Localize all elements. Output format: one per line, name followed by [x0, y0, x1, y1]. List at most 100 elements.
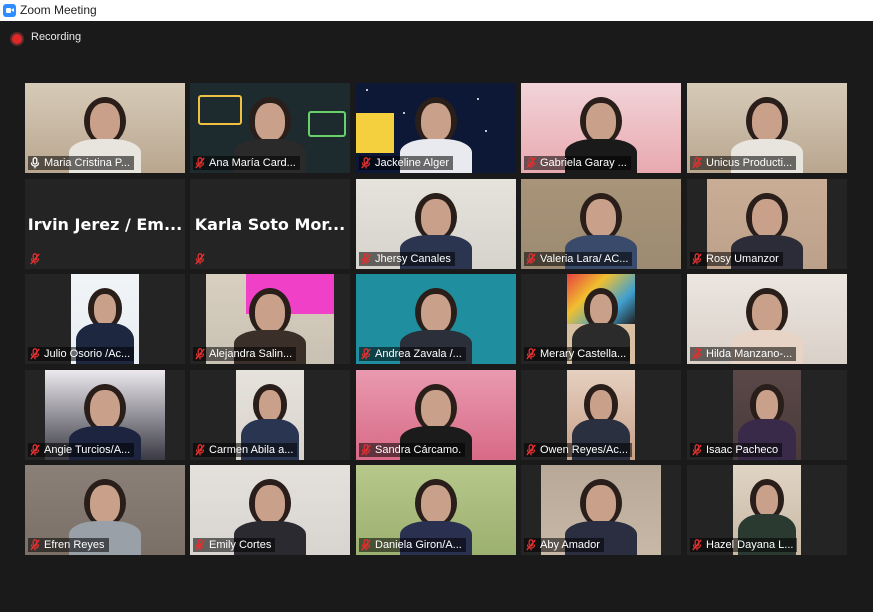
- participant-tile[interactable]: Gabriela Garay ...: [521, 83, 681, 173]
- participant-face: [589, 294, 613, 325]
- recording-dot-icon[interactable]: [12, 34, 22, 44]
- participant-name-label: Hilda Manzano-...: [690, 347, 797, 361]
- participant-tile[interactable]: Alejandra Salin...: [190, 274, 350, 364]
- participant-name-label: Daniela Giron/A...: [359, 538, 466, 552]
- participant-tile[interactable]: Jhersy Canales: [356, 179, 516, 269]
- mic-muted-icon: [361, 444, 375, 456]
- participant-face: [586, 485, 616, 523]
- mic-muted-icon: [30, 348, 44, 360]
- participant-face: [586, 103, 616, 141]
- mic-muted-icon: [692, 539, 706, 551]
- participant-tile[interactable]: Valeria Lara/ AC...: [521, 179, 681, 269]
- participant-tile[interactable]: Unicus Producti...: [687, 83, 847, 173]
- participant-tile[interactable]: Rosy Umanzor: [687, 179, 847, 269]
- participant-face: [755, 390, 779, 421]
- participant-face: [421, 390, 451, 428]
- participant-name-label: [193, 252, 213, 266]
- participant-tile[interactable]: Emily Cortes: [190, 465, 350, 555]
- participant-name-label: Efren Reyes: [28, 538, 109, 552]
- participant-tile[interactable]: Angie Turcios/A...: [25, 370, 185, 460]
- participant-name: Jhersy Canales: [375, 253, 451, 265]
- participant-name: Carmen Abila a...: [209, 444, 294, 456]
- participant-tile[interactable]: Andrea Zavala /...: [356, 274, 516, 364]
- participant-tile[interactable]: Carmen Abila a...: [190, 370, 350, 460]
- participant-tile[interactable]: Isaac Pacheco: [687, 370, 847, 460]
- participant-name: Andrea Zavala /...: [375, 348, 462, 360]
- mic-muted-icon: [526, 348, 540, 360]
- participant-face: [752, 199, 782, 237]
- star-decoration: [366, 89, 368, 91]
- participant-name: Ana María Card...: [209, 157, 296, 169]
- participant-face: [90, 390, 120, 428]
- participant-tile[interactable]: Sandra Cárcamo.: [356, 370, 516, 460]
- participant-name-label: Maria Cristina P...: [28, 156, 134, 170]
- participant-name: Jackeline Alger: [375, 157, 449, 169]
- mic-muted-icon: [361, 157, 375, 169]
- participant-name-label: Merary Castella...: [524, 347, 631, 361]
- participant-name: Emily Cortes: [209, 539, 272, 551]
- participant-name: Angie Turcios/A...: [44, 444, 131, 456]
- participant-name: Sandra Cárcamo.: [375, 444, 462, 456]
- participant-tile[interactable]: Efren Reyes: [25, 465, 185, 555]
- participant-name-label: Sandra Cárcamo.: [359, 443, 466, 457]
- participant-face: [752, 294, 782, 332]
- participant-face: [93, 294, 117, 325]
- star-decoration: [485, 130, 487, 132]
- participant-name-label: Jackeline Alger: [359, 156, 453, 170]
- participant-name-label: Alejandra Salin...: [193, 347, 297, 361]
- participant-face: [255, 103, 285, 141]
- participant-tile[interactable]: Maria Cristina P...: [25, 83, 185, 173]
- participant-name: Owen Reyes/Ac...: [540, 444, 629, 456]
- poster-graphic: [356, 113, 394, 153]
- participant-face: [586, 199, 616, 237]
- participant-name-label: Unicus Producti...: [690, 156, 797, 170]
- mic-muted-icon: [361, 253, 375, 265]
- participant-tile[interactable]: Hazel Dayana L...: [687, 465, 847, 555]
- title-bar: Zoom Meeting: [0, 0, 888, 21]
- participant-name-label: Jhersy Canales: [359, 252, 455, 266]
- participant-name-label: Angie Turcios/A...: [28, 443, 135, 457]
- participant-face: [255, 294, 285, 332]
- participant-name-label: Carmen Abila a...: [193, 443, 298, 457]
- participant-face: [752, 103, 782, 141]
- mic-muted-icon: [692, 157, 706, 169]
- star-decoration: [403, 112, 405, 114]
- participant-tile[interactable]: Irvin Jerez / Em...: [25, 179, 185, 269]
- participant-tile[interactable]: Jackeline Alger: [356, 83, 516, 173]
- participant-name: Merary Castella...: [540, 348, 627, 360]
- mic-muted-icon: [526, 539, 540, 551]
- participant-name: Daniela Giron/A...: [375, 539, 462, 551]
- mic-muted-icon: [30, 253, 44, 265]
- mic-muted-icon: [692, 253, 706, 265]
- mic-muted-icon: [195, 253, 209, 265]
- participant-display-name: Karla Soto Mor...: [194, 215, 346, 234]
- participant-tile[interactable]: Ana María Card...: [190, 83, 350, 173]
- participant-name-label: Rosy Umanzor: [690, 252, 783, 266]
- participant-name: Julio Osorio /Ac...: [44, 348, 131, 360]
- participant-tile[interactable]: Hilda Manzano-...: [687, 274, 847, 364]
- meeting-stage: Recording Maria Cristina P... Ana María C…: [0, 21, 873, 612]
- mic-muted-icon: [195, 444, 209, 456]
- mic-muted-icon: [526, 157, 540, 169]
- participant-name-label: Isaac Pacheco: [690, 443, 783, 457]
- participant-name: Maria Cristina P...: [44, 157, 130, 169]
- chalkboard-background: [308, 111, 346, 137]
- participant-tile[interactable]: Karla Soto Mor...: [190, 179, 350, 269]
- participant-name-label: Emily Cortes: [193, 538, 276, 552]
- participant-name-label: [28, 252, 48, 266]
- participant-name-label: Valeria Lara/ AC...: [524, 252, 633, 266]
- participant-display-name: Irvin Jerez / Em...: [27, 215, 183, 234]
- participant-face: [90, 103, 120, 141]
- participant-name: Hilda Manzano-...: [706, 348, 793, 360]
- participant-tile[interactable]: Owen Reyes/Ac...: [521, 370, 681, 460]
- participant-name: Efren Reyes: [44, 539, 105, 551]
- participant-face: [589, 390, 613, 421]
- participant-tile[interactable]: Aby Amador: [521, 465, 681, 555]
- participant-name-label: Aby Amador: [524, 538, 604, 552]
- participant-face: [421, 294, 451, 332]
- participant-face: [421, 103, 451, 141]
- participant-tile[interactable]: Daniela Giron/A...: [356, 465, 516, 555]
- participant-tile[interactable]: Merary Castella...: [521, 274, 681, 364]
- participant-name: Valeria Lara/ AC...: [540, 253, 629, 265]
- participant-tile[interactable]: Julio Osorio /Ac...: [25, 274, 185, 364]
